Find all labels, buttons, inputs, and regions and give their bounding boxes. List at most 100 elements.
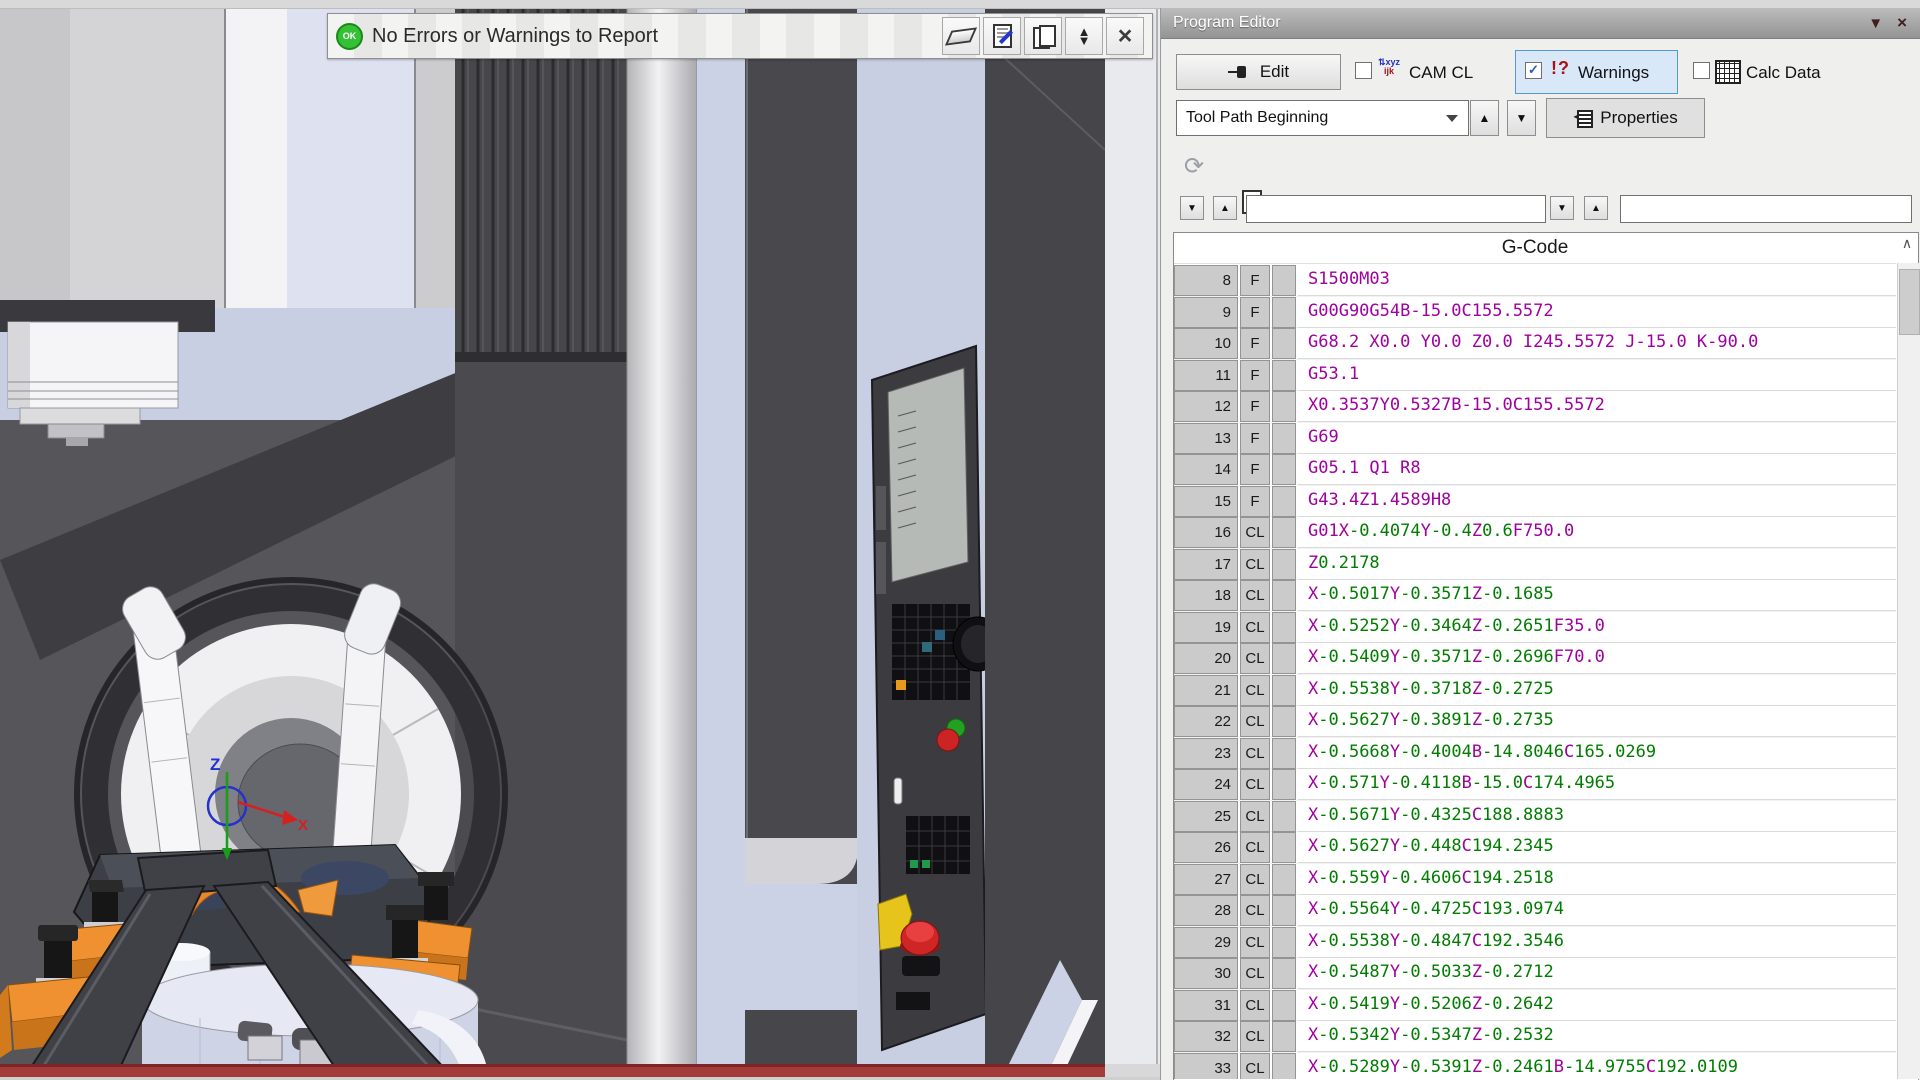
- gcode-line-flag: [1272, 769, 1296, 800]
- cam-cl-checkbox[interactable]: [1355, 62, 1372, 79]
- gcode-line-flag: [1272, 927, 1296, 958]
- gcode-row[interactable]: 16CLG01X-0.4074Y-0.4Z0.6F750.0: [1174, 517, 1896, 548]
- gcode-line-text[interactable]: X-0.5627Y-0.3891Z-0.2735: [1298, 706, 1896, 737]
- gcode-line-number: 20: [1174, 643, 1238, 674]
- gcode-row[interactable]: 10FG68.2 X0.0 Y0.0 Z0.0 I245.5572 J-15.0…: [1174, 328, 1896, 359]
- panel-collapse-icon[interactable]: ▼: [1868, 15, 1883, 32]
- panel-title: Program Editor: [1173, 14, 1868, 32]
- bookmark-up-button-1[interactable]: ▲: [1213, 196, 1237, 220]
- scroll-up-icon[interactable]: ∧: [1896, 235, 1918, 261]
- gcode-row[interactable]: 28CLX-0.5564Y-0.4725C193.0974: [1174, 895, 1896, 926]
- gcode-row[interactable]: 26CLX-0.5627Y-0.448C194.2345: [1174, 832, 1896, 863]
- gcode-row[interactable]: 15FG43.4Z1.4589H8: [1174, 486, 1896, 517]
- app-window: Z X: [0, 0, 1920, 1080]
- search-field-1[interactable]: [1246, 195, 1546, 223]
- scrollbar-thumb[interactable]: [1899, 269, 1920, 335]
- gcode-row[interactable]: 19CLX-0.5252Y-0.3464Z-0.2651F35.0: [1174, 612, 1896, 643]
- edit-button[interactable]: Edit: [1176, 54, 1341, 90]
- gcode-line-text[interactable]: X-0.5671Y-0.4325C188.8883: [1298, 801, 1896, 832]
- gcode-line-number: 15: [1174, 486, 1238, 517]
- edit-log-button[interactable]: [983, 17, 1021, 55]
- gcode-line-text[interactable]: G68.2 X0.0 Y0.0 Z0.0 I245.5572 J-15.0 K-…: [1298, 328, 1896, 359]
- gcode-line-number: 24: [1174, 769, 1238, 800]
- gcode-line-text[interactable]: X0.3537Y0.5327B-15.0C155.5572: [1298, 391, 1896, 422]
- bookmark-down-button-1[interactable]: ▼: [1180, 196, 1204, 220]
- gcode-row[interactable]: 9FG00G90G54B-15.0C155.5572: [1174, 297, 1896, 328]
- gcode-line-number: 8: [1174, 265, 1238, 296]
- gcode-row[interactable]: 17CLZ0.2178: [1174, 549, 1896, 580]
- gcode-row[interactable]: 24CL X-0.571Y-0.4118B-15.0C174.4965: [1174, 769, 1896, 800]
- gcode-line-text[interactable]: G69: [1298, 423, 1896, 454]
- bookmark-down-button-2[interactable]: ▼: [1550, 196, 1574, 220]
- gcode-line-text[interactable]: X-0.5342Y-0.5347Z-0.2532: [1298, 1021, 1896, 1052]
- warnings-checkbox[interactable]: [1525, 62, 1542, 79]
- gcode-line-text[interactable]: G00G90G54B-15.0C155.5572: [1298, 297, 1896, 328]
- gcode-line-type: CL: [1240, 864, 1270, 895]
- gcode-line-text[interactable]: G05.1 Q1 R8: [1298, 454, 1896, 485]
- search-field-2[interactable]: [1620, 195, 1912, 223]
- edit-button-label: Edit: [1260, 62, 1289, 82]
- panel-close-icon[interactable]: ×: [1897, 13, 1907, 33]
- gcode-row[interactable]: 23CLX-0.5668Y-0.4004B-14.8046C165.0269: [1174, 738, 1896, 769]
- gcode-row[interactable]: 13FG69: [1174, 423, 1896, 454]
- gcode-line-text[interactable]: X-0.5252Y-0.3464Z-0.2651F35.0: [1298, 612, 1896, 643]
- refresh-button[interactable]: ⟳: [1173, 146, 1215, 186]
- toolpath-dropdown[interactable]: Tool Path Beginning: [1176, 100, 1469, 136]
- gcode-line-text[interactable]: X-0.5289Y-0.5391Z-0.2461B-14.9755C192.01…: [1298, 1053, 1896, 1080]
- gcode-row[interactable]: 27CLX-0.559Y-0.4606C194.2518: [1174, 864, 1896, 895]
- eraser-button[interactable]: [942, 17, 980, 55]
- prev-toolpath-button[interactable]: ▲: [1470, 100, 1499, 136]
- gcode-row[interactable]: 25CLX-0.5671Y-0.4325C188.8883: [1174, 801, 1896, 832]
- gcode-line-type: CL: [1240, 517, 1270, 548]
- gcode-line-text[interactable]: X-0.559Y-0.4606C194.2518: [1298, 864, 1896, 895]
- gcode-line-flag: [1272, 958, 1296, 989]
- gcode-row[interactable]: 18CLX-0.5017Y-0.3571Z-0.1685: [1174, 580, 1896, 611]
- gcode-row[interactable]: 11FG53.1: [1174, 360, 1896, 391]
- gcode-row[interactable]: 21CLX-0.5538Y-0.3718Z-0.2725: [1174, 675, 1896, 706]
- gcode-line-type: CL: [1240, 769, 1270, 800]
- gcode-line-text[interactable]: X-0.571Y-0.4118B-15.0C174.4965: [1298, 769, 1896, 800]
- gcode-row[interactable]: 29CLX-0.5538Y-0.4847C192.3546: [1174, 927, 1896, 958]
- gcode-line-text[interactable]: X-0.5564Y-0.4725C193.0974: [1298, 895, 1896, 926]
- gcode-line-text[interactable]: X-0.5419Y-0.5206Z-0.2642: [1298, 990, 1896, 1021]
- gcode-row[interactable]: 14FG05.1 Q1 R8: [1174, 454, 1896, 485]
- gcode-line-text[interactable]: X-0.5627Y-0.448C194.2345: [1298, 832, 1896, 863]
- gcode-line-flag: [1272, 454, 1296, 485]
- gcode-line-text[interactable]: G43.4Z1.4589H8: [1298, 486, 1896, 517]
- gcode-row[interactable]: 20CLX-0.5409Y-0.3571Z-0.2696F70.0: [1174, 643, 1896, 674]
- gcode-line-text[interactable]: G53.1: [1298, 360, 1896, 391]
- gcode-line-text[interactable]: X-0.5487Y-0.5033Z-0.2712: [1298, 958, 1896, 989]
- gcode-line-text[interactable]: X-0.5668Y-0.4004B-14.8046C165.0269: [1298, 738, 1896, 769]
- gcode-line-text[interactable]: X-0.5409Y-0.3571Z-0.2696F70.0: [1298, 643, 1896, 674]
- gcode-line-text[interactable]: Z0.2178: [1298, 549, 1896, 580]
- copy-icon: [1033, 25, 1053, 47]
- gcode-row[interactable]: 12FX0.3537Y0.5327B-15.0C155.5572: [1174, 391, 1896, 422]
- gcode-line-type: CL: [1240, 706, 1270, 737]
- gcode-line-text[interactable]: X-0.5538Y-0.3718Z-0.2725: [1298, 675, 1896, 706]
- gcode-row[interactable]: 22CLX-0.5627Y-0.3891Z-0.2735: [1174, 706, 1896, 737]
- status-message: No Errors or Warnings to Report: [372, 25, 942, 48]
- gcode-line-flag: [1272, 1021, 1296, 1052]
- ok-status-icon: OK: [336, 23, 363, 50]
- gcode-line-text[interactable]: X-0.5538Y-0.4847C192.3546: [1298, 927, 1896, 958]
- calc-data-checkbox[interactable]: [1693, 62, 1710, 79]
- gcode-line-text[interactable]: G01X-0.4074Y-0.4Z0.6F750.0: [1298, 517, 1896, 548]
- gcode-row[interactable]: 33CLX-0.5289Y-0.5391Z-0.2461B-14.9755C19…: [1174, 1053, 1896, 1080]
- gcode-row[interactable]: 31CLX-0.5419Y-0.5206Z-0.2642: [1174, 990, 1896, 1021]
- gcode-row[interactable]: 32CLX-0.5342Y-0.5347Z-0.2532: [1174, 1021, 1896, 1052]
- copy-button[interactable]: [1024, 17, 1062, 55]
- gcode-row[interactable]: 8FS1500M03: [1174, 265, 1896, 296]
- gcode-scrollbar[interactable]: [1897, 263, 1919, 1079]
- gcode-line-text[interactable]: X-0.5017Y-0.3571Z-0.1685: [1298, 580, 1896, 611]
- next-toolpath-button[interactable]: ▼: [1507, 100, 1536, 136]
- bookmark-up-button-2[interactable]: ▲: [1584, 196, 1608, 220]
- gcode-line-flag: [1272, 895, 1296, 926]
- close-status-button[interactable]: ×: [1106, 17, 1144, 55]
- properties-button[interactable]: Properties: [1546, 98, 1705, 138]
- expand-collapse-button[interactable]: ▲▼: [1065, 17, 1103, 55]
- gcode-line-number: 10: [1174, 328, 1238, 359]
- gcode-line-type: CL: [1240, 612, 1270, 643]
- gcode-line-text[interactable]: S1500M03: [1298, 265, 1896, 296]
- machine-3d-view[interactable]: Z X: [0, 0, 1160, 1080]
- gcode-row[interactable]: 30CLX-0.5487Y-0.5033Z-0.2712: [1174, 958, 1896, 989]
